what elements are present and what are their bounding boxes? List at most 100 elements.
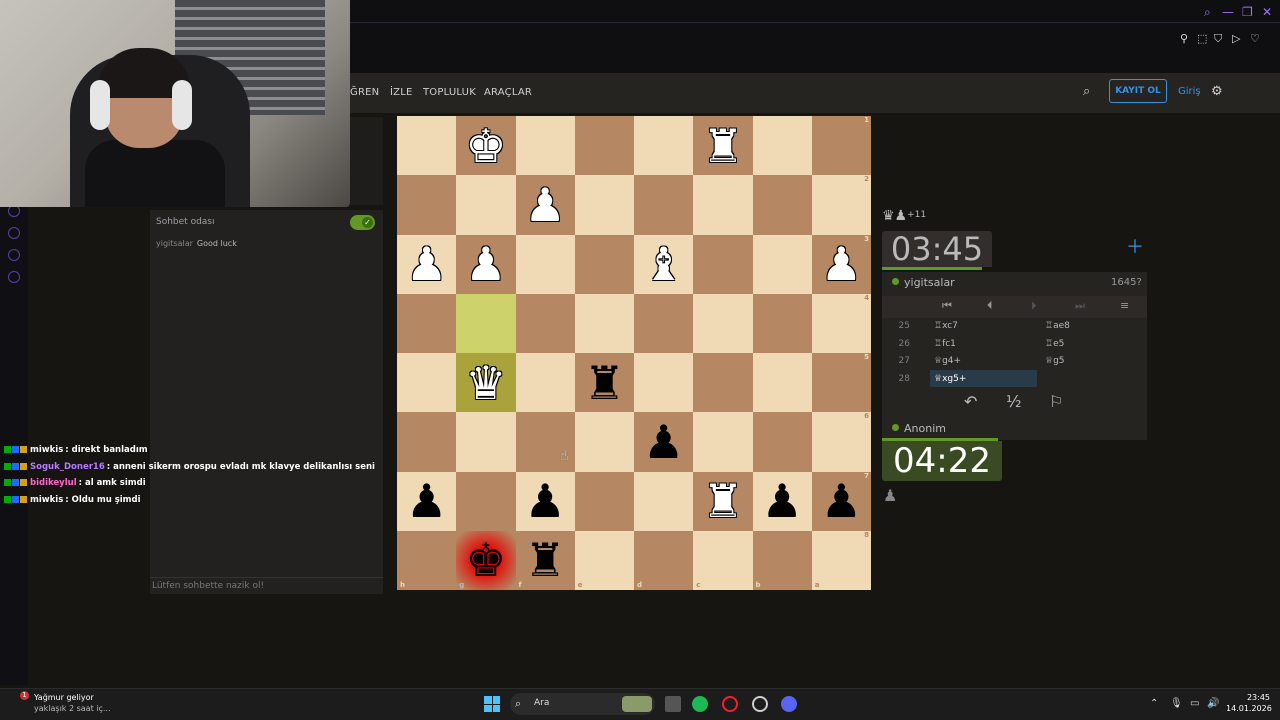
widget-thumbnail[interactable] bbox=[622, 696, 652, 712]
black-pawn-icon[interactable]: ♟ bbox=[525, 478, 566, 524]
board-square[interactable] bbox=[752, 353, 812, 413]
search-icon[interactable]: ⌕ bbox=[1204, 5, 1211, 20]
white-bishop-icon[interactable]: ♝ bbox=[643, 241, 684, 287]
board-square[interactable] bbox=[752, 293, 812, 353]
nav-item-learn[interactable]: ĞREN bbox=[350, 87, 379, 98]
board-square[interactable] bbox=[397, 116, 457, 176]
add-time-button[interactable]: ＋ bbox=[1126, 239, 1144, 257]
board-square[interactable]: ♟ bbox=[515, 175, 575, 235]
discord-icon[interactable] bbox=[781, 696, 797, 712]
login-link[interactable]: Giriş bbox=[1178, 86, 1201, 97]
board-square[interactable]: 1 bbox=[811, 116, 871, 176]
volume-icon[interactable]: 🔊 bbox=[1207, 698, 1219, 709]
board-square[interactable]: ♟ bbox=[397, 471, 457, 531]
black-pawn-icon[interactable]: ♟ bbox=[643, 419, 684, 465]
board-square[interactable] bbox=[634, 293, 694, 353]
microphone-icon[interactable]: 🎙 bbox=[1170, 698, 1183, 709]
last-move-icon[interactable]: ⏭ bbox=[1075, 299, 1085, 313]
board-square[interactable] bbox=[634, 353, 694, 413]
board-square[interactable]: ♚ bbox=[456, 116, 516, 176]
board-square[interactable]: h bbox=[397, 530, 457, 590]
move-white[interactable]: ♖xc7 bbox=[934, 321, 958, 331]
white-rook-icon[interactable]: ♜ bbox=[702, 123, 743, 169]
board-square[interactable] bbox=[515, 234, 575, 294]
white-rook-icon[interactable]: ♜ bbox=[702, 478, 743, 524]
board-square[interactable] bbox=[693, 175, 753, 235]
move-black[interactable]: ♖e5 bbox=[1045, 339, 1064, 349]
board-square[interactable] bbox=[574, 412, 634, 472]
shield-icon[interactable]: ⛉ bbox=[1214, 32, 1222, 46]
board-square[interactable]: ♟ bbox=[752, 471, 812, 531]
board-square[interactable] bbox=[456, 412, 516, 472]
system-time[interactable]: 23:45 bbox=[1234, 693, 1270, 702]
board-square[interactable] bbox=[456, 293, 516, 353]
player-bottom[interactable]: Anonim bbox=[892, 422, 946, 435]
board-square[interactable]: ♟ bbox=[397, 234, 457, 294]
board-square[interactable]: ♟ bbox=[634, 412, 694, 472]
nav-item-community[interactable]: TOPLULUK bbox=[423, 87, 476, 98]
settings-icon[interactable] bbox=[8, 271, 20, 283]
board-square[interactable] bbox=[456, 175, 516, 235]
board-square[interactable]: c bbox=[693, 530, 753, 590]
board-square[interactable]: 8a bbox=[811, 530, 871, 590]
board-square[interactable]: ♜ bbox=[693, 116, 753, 176]
offer-draw-button[interactable]: ½ bbox=[1006, 392, 1022, 411]
board-square[interactable]: ♝ bbox=[634, 234, 694, 294]
move-black[interactable]: ♖ae8 bbox=[1045, 321, 1070, 331]
board-square[interactable] bbox=[693, 234, 753, 294]
move-white[interactable]: ♕xg5+ bbox=[934, 374, 966, 384]
opera-gx-icon[interactable] bbox=[752, 696, 768, 712]
white-queen-icon[interactable]: ♛ bbox=[465, 360, 506, 406]
board-square[interactable]: 2 bbox=[811, 175, 871, 235]
gear-icon[interactable]: ⚙ bbox=[1211, 84, 1223, 99]
board-square[interactable]: 6 bbox=[811, 412, 871, 472]
board-square[interactable]: ♜ bbox=[574, 353, 634, 413]
board-square[interactable]: 4 bbox=[811, 293, 871, 353]
monitor-icon[interactable]: ▭ bbox=[1190, 698, 1199, 709]
board-square[interactable] bbox=[574, 116, 634, 176]
board-square[interactable] bbox=[752, 116, 812, 176]
history-icon[interactable] bbox=[8, 227, 20, 239]
board-square[interactable] bbox=[693, 412, 753, 472]
resign-flag-icon[interactable]: ⚐ bbox=[1049, 392, 1063, 411]
opera-icon[interactable] bbox=[722, 696, 738, 712]
board-square[interactable] bbox=[634, 471, 694, 531]
black-rook-icon[interactable]: ♜ bbox=[584, 360, 625, 406]
black-pawn-icon[interactable]: ♟ bbox=[762, 478, 803, 524]
board-square[interactable] bbox=[574, 471, 634, 531]
board-square[interactable] bbox=[515, 293, 575, 353]
board-square[interactable] bbox=[752, 234, 812, 294]
board-square[interactable] bbox=[397, 353, 457, 413]
chevron-up-icon[interactable]: ⌃ bbox=[1150, 698, 1158, 709]
board-square[interactable] bbox=[693, 293, 753, 353]
board-square[interactable] bbox=[397, 175, 457, 235]
white-pawn-icon[interactable]: ♟ bbox=[525, 182, 566, 228]
board-square[interactable] bbox=[752, 175, 812, 235]
board-square[interactable]: ♟ bbox=[515, 471, 575, 531]
weather-title[interactable]: Yağmur geliyor bbox=[34, 693, 94, 702]
menu-icon[interactable]: ≡ bbox=[1120, 299, 1129, 312]
white-pawn-icon[interactable]: ♟ bbox=[465, 241, 506, 287]
sidebar-app-icon[interactable] bbox=[8, 249, 20, 261]
board-square[interactable] bbox=[515, 353, 575, 413]
board-square[interactable]: e bbox=[574, 530, 634, 590]
board-square[interactable] bbox=[515, 116, 575, 176]
board-square[interactable] bbox=[574, 175, 634, 235]
board-square[interactable] bbox=[634, 116, 694, 176]
system-date[interactable]: 14.01.2026 bbox=[1226, 704, 1272, 713]
board-square[interactable] bbox=[397, 412, 457, 472]
move-white[interactable]: ♕g4+ bbox=[934, 356, 961, 366]
board-square[interactable] bbox=[574, 234, 634, 294]
close-icon[interactable]: ✕ bbox=[1262, 5, 1272, 19]
white-pawn-icon[interactable]: ♟ bbox=[821, 241, 862, 287]
search-icon[interactable]: ⌕ bbox=[1083, 84, 1090, 99]
move-black[interactable]: ♕g5 bbox=[1045, 356, 1065, 366]
nav-item-watch[interactable]: İZLE bbox=[390, 87, 413, 98]
board-square[interactable]: d bbox=[634, 530, 694, 590]
first-move-icon[interactable]: ⏮ bbox=[942, 299, 952, 313]
black-rook-icon[interactable]: ♜ bbox=[525, 537, 566, 583]
board-square[interactable] bbox=[397, 293, 457, 353]
board-square[interactable] bbox=[456, 471, 516, 531]
player-top[interactable]: yigitsalar bbox=[892, 276, 955, 289]
board-square[interactable]: ♜ bbox=[693, 471, 753, 531]
